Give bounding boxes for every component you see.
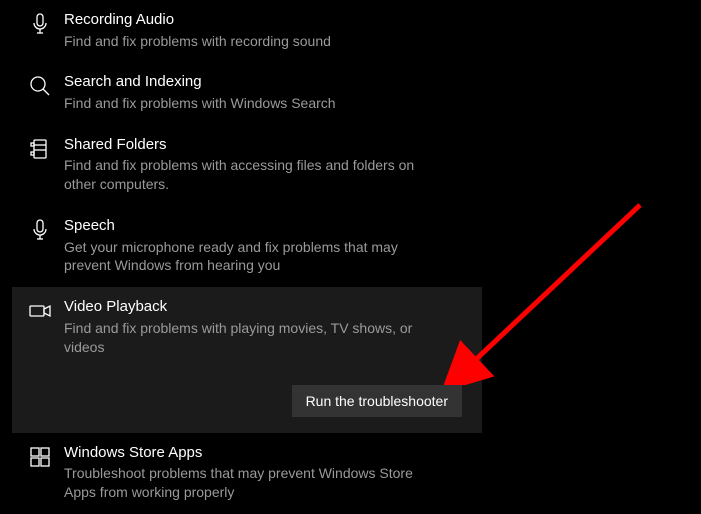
item-title: Speech [64,216,474,236]
item-shared-folders[interactable]: Shared Folders Find and fix problems wit… [12,125,482,206]
apps-icon [20,443,60,469]
microphone-icon [20,10,60,36]
item-desc: Find and fix problems with Windows Searc… [64,94,434,113]
run-troubleshooter-button[interactable]: Run the troubleshooter [292,385,462,417]
video-icon [20,297,60,323]
item-video-playback[interactable]: Video Playback Find and fix problems wit… [12,287,482,432]
item-title: Windows Store Apps [64,443,474,463]
folder-icon [20,135,60,161]
item-title: Recording Audio [64,10,474,30]
item-title: Search and Indexing [64,72,474,92]
search-icon [20,72,60,98]
item-desc: Find and fix problems with accessing fil… [64,156,434,194]
item-recording-audio[interactable]: Recording Audio Find and fix problems wi… [12,0,482,62]
item-desc: Troubleshoot problems that may prevent W… [64,464,434,502]
troubleshooter-list: Recording Audio Find and fix problems wi… [0,0,701,514]
item-desc: Find and fix problems with recording sou… [64,32,434,51]
item-title: Video Playback [64,297,474,317]
item-title: Shared Folders [64,135,474,155]
item-windows-store-apps[interactable]: Windows Store Apps Troubleshoot problems… [12,433,482,514]
microphone-icon [20,216,60,242]
item-desc: Find and fix problems with playing movie… [64,319,434,357]
item-desc: Get your microphone ready and fix proble… [64,238,434,276]
item-search-indexing[interactable]: Search and Indexing Find and fix problem… [12,62,482,124]
item-speech[interactable]: Speech Get your microphone ready and fix… [12,206,482,287]
